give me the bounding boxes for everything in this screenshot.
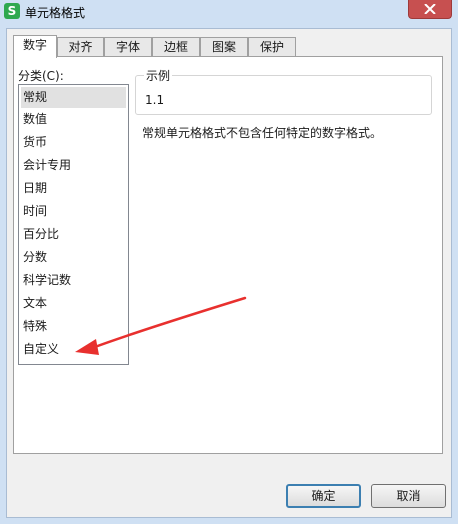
close-icon (424, 4, 436, 14)
category-item-special[interactable]: 特殊 (19, 315, 128, 338)
title-bar[interactable]: S 单元格格式 (0, 0, 458, 24)
tab-protection[interactable]: 保护 (248, 37, 296, 57)
cancel-button[interactable]: 取消 (371, 484, 446, 508)
wps-app-icon: S (4, 3, 20, 19)
category-item-custom[interactable]: 自定义 (19, 338, 128, 361)
tab-pattern[interactable]: 图案 (200, 37, 248, 57)
sample-value: 1.1 (145, 93, 165, 107)
dialog-body: 数字 对齐 字体 边框 图案 保护 分类(C): 常规 数值 货币 会计专用 日… (6, 28, 452, 518)
close-button[interactable] (408, 0, 452, 19)
category-item-fraction[interactable]: 分数 (19, 246, 128, 269)
category-label: 分类(C): (18, 69, 64, 83)
tab-alignment[interactable]: 对齐 (57, 37, 104, 57)
category-item-time[interactable]: 时间 (19, 200, 128, 223)
category-item-general[interactable]: 常规 (21, 87, 126, 108)
window-title: 单元格格式 (25, 6, 86, 20)
tab-number[interactable]: 数字 (13, 35, 57, 58)
category-item-text[interactable]: 文本 (19, 292, 128, 315)
number-tab-panel: 分类(C): 常规 数值 货币 会计专用 日期 时间 百分比 分数 科学记数 文… (13, 56, 443, 454)
format-description: 常规单元格格式不包含任何特定的数字格式。 (142, 126, 383, 140)
sample-groupbox: 示例 1.1 (135, 67, 432, 115)
ok-button[interactable]: 确定 (286, 484, 361, 508)
category-item-number[interactable]: 数值 (19, 108, 128, 131)
category-item-scientific[interactable]: 科学记数 (19, 269, 128, 292)
tab-border[interactable]: 边框 (152, 37, 200, 57)
tab-font[interactable]: 字体 (104, 37, 152, 57)
category-item-percentage[interactable]: 百分比 (19, 223, 128, 246)
category-item-accounting[interactable]: 会计专用 (19, 154, 128, 177)
category-item-date[interactable]: 日期 (19, 177, 128, 200)
category-list[interactable]: 常规 数值 货币 会计专用 日期 时间 百分比 分数 科学记数 文本 特殊 自定… (18, 84, 129, 365)
sample-legend: 示例 (144, 67, 173, 84)
category-item-currency[interactable]: 货币 (19, 131, 128, 154)
dialog-window: S 单元格格式 数字 对齐 字体 边框 图案 保护 分类(C): 常规 数值 货… (0, 0, 458, 524)
